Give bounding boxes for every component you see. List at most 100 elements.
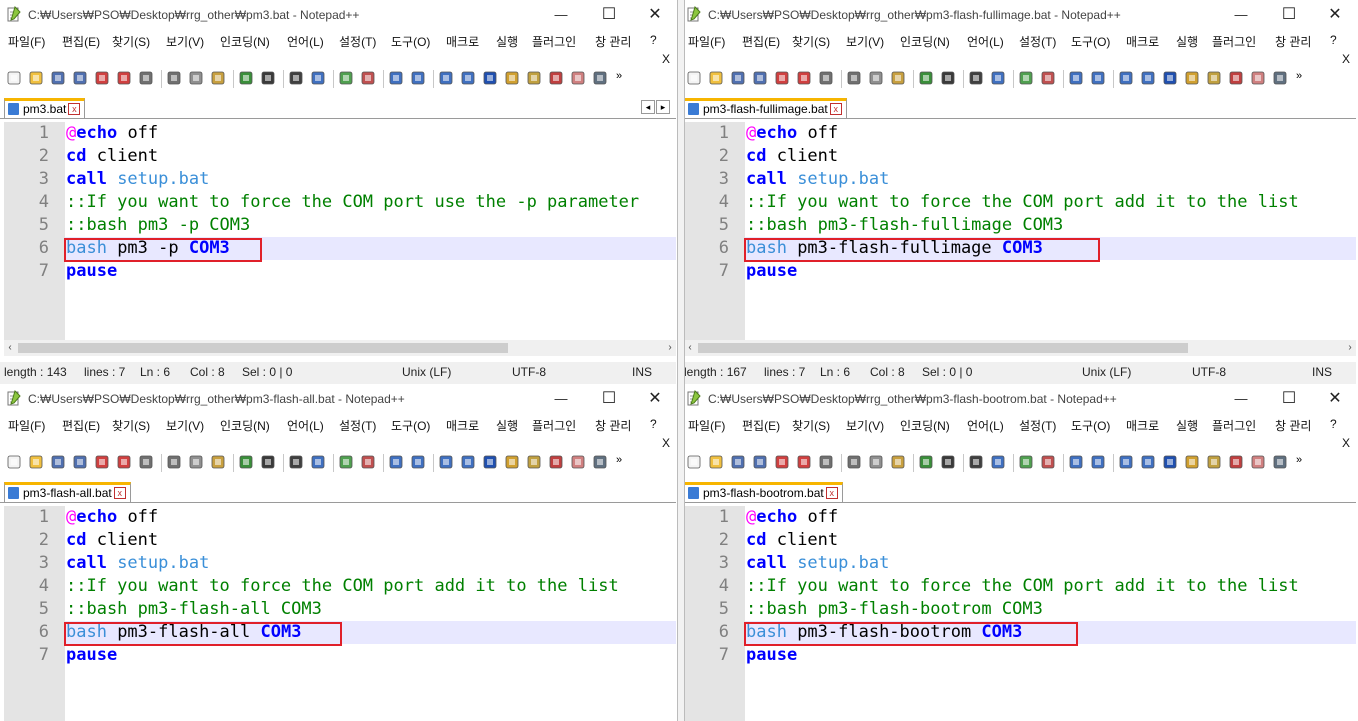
tab-close-icon[interactable]: x: [829, 103, 842, 115]
replace-icon[interactable]: [990, 454, 1006, 470]
code-editor[interactable]: 1 2 3 4 5 6 7 @echo off cd client call setup.bat:…: [684, 506, 1356, 721]
sync-vertical-icon[interactable]: [388, 70, 404, 86]
close-all-icon[interactable]: [796, 70, 812, 86]
menu-item[interactable]: 보기(V): [846, 33, 884, 50]
cut-icon[interactable]: [166, 454, 182, 470]
folder-workspace-icon[interactable]: [1228, 454, 1244, 470]
menu-item[interactable]: 매크로: [1126, 33, 1159, 50]
close-all-icon[interactable]: [796, 454, 812, 470]
menu-item[interactable]: 찾기(S): [112, 33, 150, 50]
toolbar-overflow-icon[interactable]: »: [1296, 454, 1312, 470]
menu-item[interactable]: 언어(L): [967, 33, 1004, 50]
code-editor[interactable]: 1 2 3 4 5 6 7 @echo off cd client call setup.bat:…: [4, 506, 676, 721]
menu-item[interactable]: 파일(F): [688, 417, 725, 434]
menu-item[interactable]: 인코딩(N): [900, 417, 950, 434]
tab-scroll-right-icon[interactable]: ▸: [656, 100, 670, 114]
sync-horizontal-icon[interactable]: [1090, 454, 1106, 470]
scrollbar-thumb[interactable]: [18, 343, 508, 353]
print-icon[interactable]: [818, 454, 834, 470]
menu-item[interactable]: 실행: [496, 33, 518, 50]
save-all-icon[interactable]: [72, 70, 88, 86]
menu-item[interactable]: 플러그인: [532, 417, 576, 434]
code-editor[interactable]: 1 2 3 4 5 6 7 @echo off cd client call setup.bat:…: [684, 122, 1356, 340]
document-tab[interactable]: pm3-flash-bootrom.bat x: [684, 482, 843, 502]
indent-guide-icon[interactable]: [482, 454, 498, 470]
toolbar-overflow-icon[interactable]: »: [616, 454, 632, 470]
undo-icon[interactable]: [918, 70, 934, 86]
code-editor[interactable]: 1 2 3 4 5 6 7 @echo off cd client call setup.bat:…: [4, 122, 676, 340]
view-icon[interactable]: [1272, 70, 1288, 86]
print-icon[interactable]: [138, 454, 154, 470]
close-button[interactable]: ✕: [632, 2, 676, 28]
scrollbar-thumb[interactable]: [698, 343, 1188, 353]
menu-item[interactable]: ?: [1330, 33, 1337, 47]
undo-icon[interactable]: [238, 70, 254, 86]
menu-item[interactable]: 창 관리: [1275, 33, 1311, 50]
zoom-out-icon[interactable]: [1040, 70, 1056, 86]
menu-item[interactable]: 보기(V): [846, 417, 884, 434]
folder-workspace-icon[interactable]: [1228, 70, 1244, 86]
close-icon[interactable]: [774, 454, 790, 470]
menu-item[interactable]: 파일(F): [688, 33, 725, 50]
word-wrap-icon[interactable]: [438, 70, 454, 86]
function-list-icon[interactable]: [1206, 70, 1222, 86]
save-icon[interactable]: [50, 70, 66, 86]
sync-vertical-icon[interactable]: [1068, 454, 1084, 470]
show-all-chars-icon[interactable]: [1140, 454, 1156, 470]
scroll-right-icon[interactable]: ›: [1344, 340, 1356, 356]
find-icon[interactable]: [288, 70, 304, 86]
save-icon[interactable]: [50, 454, 66, 470]
close-all-icon[interactable]: [116, 70, 132, 86]
show-all-chars-icon[interactable]: [460, 70, 476, 86]
open-file-icon[interactable]: [708, 70, 724, 86]
monitor-icon[interactable]: [570, 454, 586, 470]
print-icon[interactable]: [138, 70, 154, 86]
word-wrap-icon[interactable]: [1118, 454, 1134, 470]
menu-item[interactable]: 편집(E): [62, 417, 100, 434]
menu-item[interactable]: 플러그인: [532, 33, 576, 50]
save-all-icon[interactable]: [752, 70, 768, 86]
menu-item[interactable]: 언어(L): [967, 417, 1004, 434]
menu-item[interactable]: 인코딩(N): [220, 417, 270, 434]
indent-guide-icon[interactable]: [1162, 70, 1178, 86]
horizontal-scrollbar[interactable]: ‹ ›: [4, 340, 676, 356]
show-all-chars-icon[interactable]: [1140, 70, 1156, 86]
replace-icon[interactable]: [310, 454, 326, 470]
document-tab[interactable]: pm3-flash-fullimage.bat x: [684, 98, 847, 118]
menu-close-document-button[interactable]: X: [662, 436, 670, 450]
folder-workspace-icon[interactable]: [548, 454, 564, 470]
toolbar-overflow-icon[interactable]: »: [616, 70, 632, 86]
menu-item[interactable]: 창 관리: [595, 417, 631, 434]
minimize-button[interactable]: —: [538, 386, 584, 412]
copy-icon[interactable]: [188, 70, 204, 86]
maximize-button[interactable]: ☐: [586, 2, 632, 28]
paste-icon[interactable]: [890, 454, 906, 470]
copy-icon[interactable]: [188, 454, 204, 470]
cut-icon[interactable]: [166, 70, 182, 86]
save-icon[interactable]: [730, 454, 746, 470]
zoom-in-icon[interactable]: [338, 454, 354, 470]
function-list-icon[interactable]: [526, 70, 542, 86]
menu-item[interactable]: 설정(T): [339, 417, 376, 434]
close-icon[interactable]: [774, 70, 790, 86]
menu-item[interactable]: 매크로: [1126, 417, 1159, 434]
save-all-icon[interactable]: [752, 454, 768, 470]
tab-scroll-left-icon[interactable]: ◂: [641, 100, 655, 114]
menu-item[interactable]: 매크로: [446, 33, 479, 50]
close-icon[interactable]: [94, 454, 110, 470]
monitor-icon[interactable]: [570, 70, 586, 86]
show-all-chars-icon[interactable]: [460, 454, 476, 470]
save-all-icon[interactable]: [72, 454, 88, 470]
minimize-button[interactable]: —: [538, 2, 584, 28]
indent-guide-icon[interactable]: [482, 70, 498, 86]
menu-item[interactable]: 도구(O): [391, 417, 430, 434]
minimize-button[interactable]: —: [1218, 386, 1264, 412]
word-wrap-icon[interactable]: [1118, 70, 1134, 86]
menu-item[interactable]: 플러그인: [1212, 33, 1256, 50]
menu-item[interactable]: 실행: [1176, 33, 1198, 50]
sync-vertical-icon[interactable]: [388, 454, 404, 470]
doc-map-icon[interactable]: [1184, 70, 1200, 86]
close-button[interactable]: ✕: [632, 386, 676, 412]
scroll-right-icon[interactable]: ›: [664, 340, 676, 356]
menu-item[interactable]: 파일(F): [8, 417, 45, 434]
